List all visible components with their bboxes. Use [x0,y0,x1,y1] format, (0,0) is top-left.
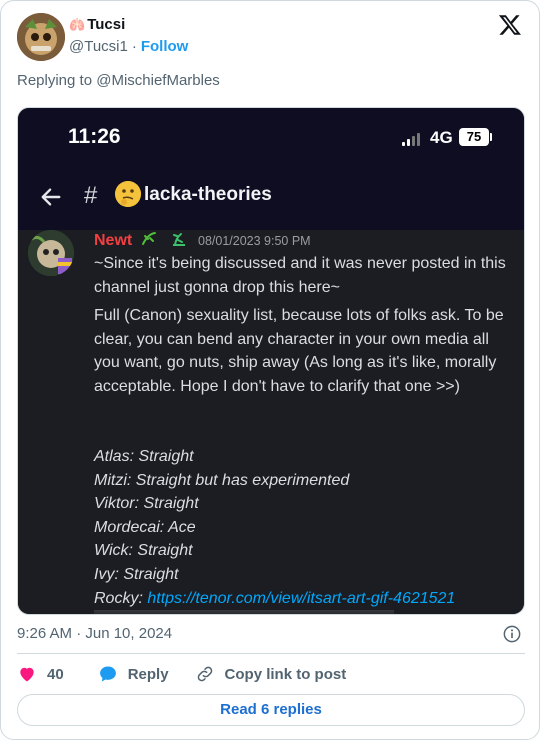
phone-clock: 11:26 [68,125,121,148]
hash-icon: # [84,182,98,209]
copy-link-button[interactable]: Copy link to post [195,664,347,684]
cutoff-text-fragment [94,610,394,614]
author-name-row: 🫁 Tucsi [69,16,125,33]
message-author-avatar [28,230,74,276]
heart-icon [20,667,34,682]
tenor-link[interactable]: https://tenor.com/view/itsart-art-gif-46… [147,590,455,607]
list-item-rocky: Rocky: https://tenor.com/view/itsart-art… [94,587,514,611]
network-label: 4G [430,128,453,147]
follow-button[interactable]: Follow [141,38,189,55]
replying-to-line: Replying to @MischiefMarbles [17,72,220,89]
message-line-2: Full (Canon) sexuality list, because lot… [94,307,504,395]
tweet-card: 🫁 Tucsi @Tucsi1 · Follow Replying to @Mi… [0,0,540,740]
read-replies-button[interactable]: Read 6 replies [17,694,525,726]
list-item: Atlas: Straight [94,448,194,465]
back-arrow-icon[interactable] [40,186,62,208]
tweet-timestamp[interactable]: 9:26 AM · Jun 10, 2024 [17,625,172,642]
reply-button[interactable]: Reply [98,664,169,684]
gecko-badge-icon [173,233,185,246]
x-logo-icon[interactable] [497,13,523,37]
action-bar: 40 Reply Copy link to post [17,664,372,684]
separator-dot: · [131,38,137,55]
list-item: Mordecai: Ace [94,518,196,536]
replying-prefix: Replying to [17,72,93,89]
phone-status-bar: 11:26 4G 75 [18,108,524,166]
like-count: 40 [47,665,64,683]
battery-tip [490,133,492,141]
channel-name: lacka-theories [144,184,272,205]
lizard-badge-icon [142,232,156,245]
info-icon[interactable] [503,625,521,643]
chat-area: Newt 08/01/2023 9:50 PM ~Since it's bein… [18,230,524,614]
copy-link-label: Copy link to post [224,665,347,683]
reply-bubble-icon [99,666,116,682]
signal-icon [402,133,420,146]
like-button[interactable]: 40 [17,664,64,684]
author-avatar[interactable] [17,13,65,61]
replying-handle[interactable]: @MischiefMarbles [96,72,220,89]
lungs-emoji-icon: 🫁 [69,17,86,32]
message-line-1: ~Since it's being discussed and it was n… [94,255,506,296]
link-icon [197,666,212,682]
author-handle-row: @Tucsi1 · Follow [69,38,188,55]
divider [17,653,525,654]
list-item: Viktor: Straight [94,495,199,513]
reply-label: Reply [127,665,169,683]
message-author-name: Newt [94,232,133,249]
list-item: Mitzi: Straight but has experimented [94,471,350,489]
attached-image[interactable]: 11:26 4G 75 # lacka-theories Newt 08/01/… [17,107,525,615]
author-name[interactable]: Tucsi [87,16,125,33]
list-item: Ivy: Straight [94,565,179,583]
author-handle[interactable]: @Tucsi1 [69,38,128,55]
message-timestamp: 08/01/2023 9:50 PM [198,234,311,248]
sexuality-list: Atlas: Straight Mitzi: Straight but has … [94,445,514,610]
thinking-face-icon [115,181,141,207]
channel-header: # lacka-theories [18,166,524,230]
rocky-label: Rocky: [94,589,148,607]
battery-icon: 75 [459,128,489,146]
list-item: Wick: Straight [94,542,193,560]
